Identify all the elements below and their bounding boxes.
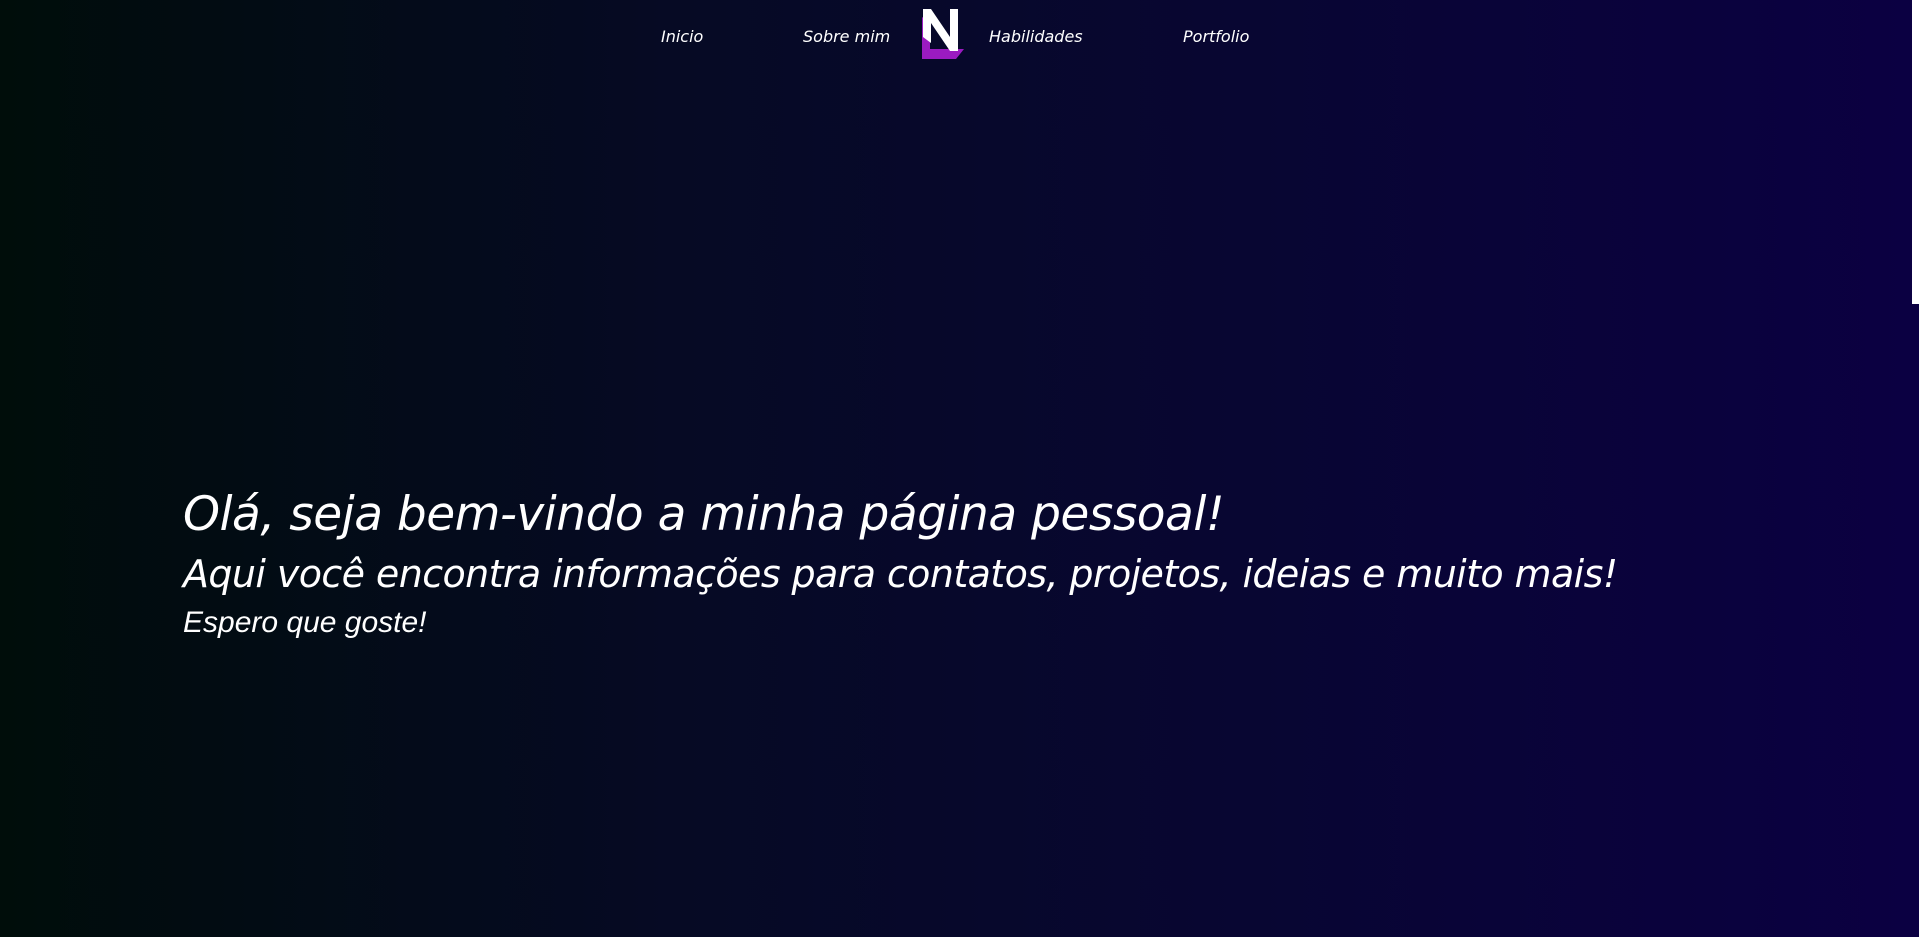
hero-tagline: Espero que goste! (183, 606, 427, 639)
logo-n-icon[interactable] (922, 9, 964, 59)
hero-title: Olá, seja bem-vindo a minha página pesso… (183, 487, 1225, 542)
nav-link-habilidades[interactable]: Habilidades (989, 27, 1083, 47)
nav-link-inicio[interactable]: Inicio (661, 27, 703, 47)
nav-link-portfolio[interactable]: Portfolio (1183, 27, 1249, 47)
hero-section: Olá, seja bem-vindo a minha página pesso… (183, 482, 1783, 646)
hero-subtitle: Aqui você encontra informações para cont… (183, 552, 1618, 596)
logo-n-graphic (922, 9, 964, 59)
nav-link-sobre-mim[interactable]: Sobre mim (803, 27, 890, 47)
scrollbar-thumb[interactable] (1912, 0, 1919, 304)
top-navbar: Inicio Sobre mim Habilidades Portfolio (0, 0, 1919, 70)
